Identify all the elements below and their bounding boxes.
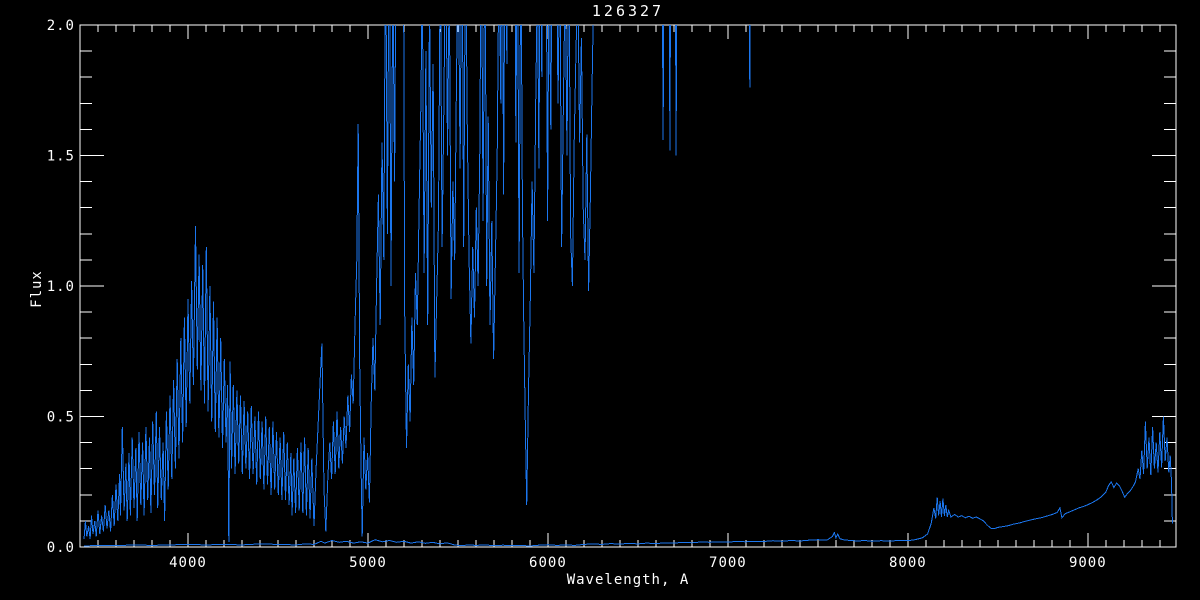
spectrum-chart: 4000 5000 6000 7000 8000 9000 0.0 0.5 1.0 1.5 2.0 [47, 18, 1177, 571]
plot-window: 126327 Flux Wavelength, A 4000 5000 6000 70… [0, 0, 1200, 600]
x-tick-label: 5000 [349, 555, 387, 571]
spectrum-traces [83, 25, 1173, 547]
x-tick-label: 6000 [529, 555, 567, 571]
plot-frame [79, 24, 1177, 548]
y-tick-label: 0.0 [47, 540, 75, 556]
y-tick-label: 0.5 [47, 410, 75, 426]
axes-frame [79, 24, 1177, 548]
y-tick-label: 2.0 [47, 18, 75, 34]
spectrum-trace [83, 25, 751, 542]
x-tick-label: 8000 [889, 555, 927, 571]
y-tick-label: 1.5 [47, 149, 75, 165]
y-tick-label: 1.0 [47, 279, 75, 295]
x-tick-label: 9000 [1069, 555, 1107, 571]
x-tick-label: 7000 [709, 555, 747, 571]
x-tick-label: 4000 [169, 555, 207, 571]
